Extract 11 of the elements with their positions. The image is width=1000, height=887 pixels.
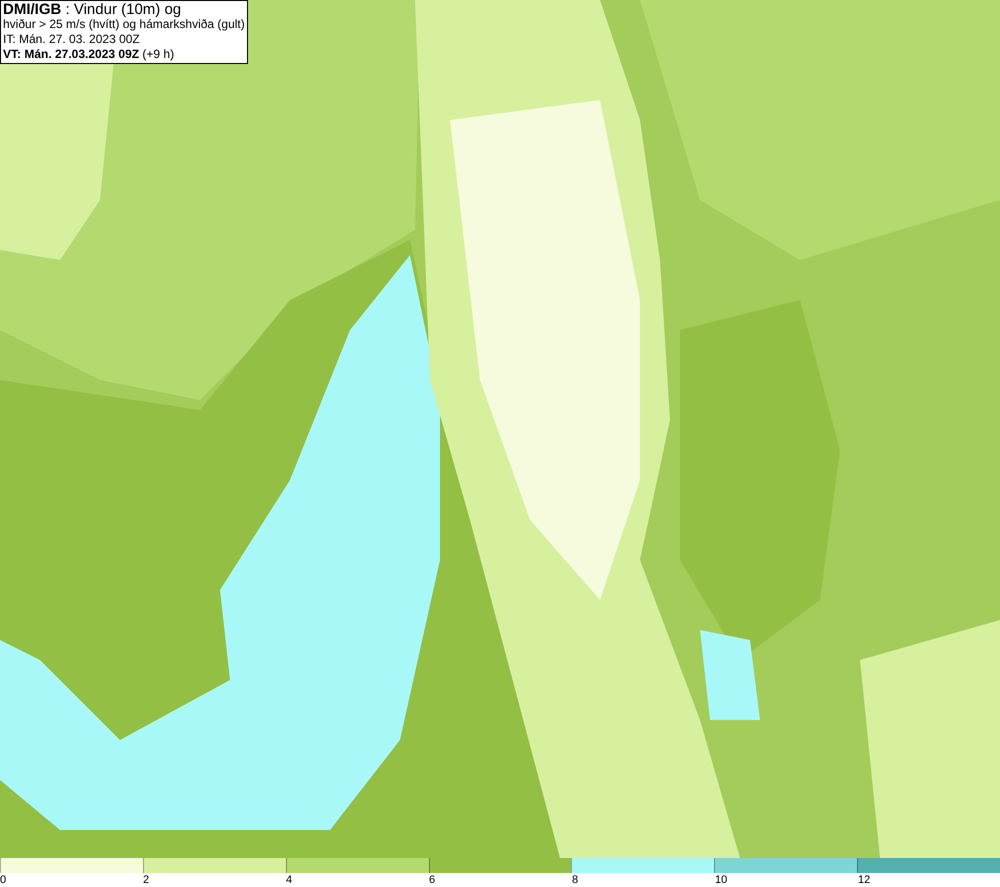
scale-tick-label: 8 — [572, 873, 578, 887]
scale-tick-label: 12 — [858, 873, 870, 887]
scale-tick-label: 4 — [286, 873, 292, 887]
map-title: DMI/IGB : Vindur (10m) og — [3, 2, 182, 17]
scale-tick-label: 0 — [0, 873, 6, 887]
map-subtitle-line: VT: Mán. 27.03.2023 09Z (+9 h) — [3, 47, 176, 62]
map-subtitle-line: hviður > 25 m/s (hvítt) og hámarkshviða (gult) — [3, 17, 245, 32]
scale-tick-label: 2 — [143, 873, 150, 887]
scale-tick-label: 6 — [429, 873, 436, 887]
map-subtitle-line: IT: Mán. 27. 03. 2023 00Z — [3, 32, 141, 47]
scale-tick-label: 10 — [715, 873, 728, 887]
